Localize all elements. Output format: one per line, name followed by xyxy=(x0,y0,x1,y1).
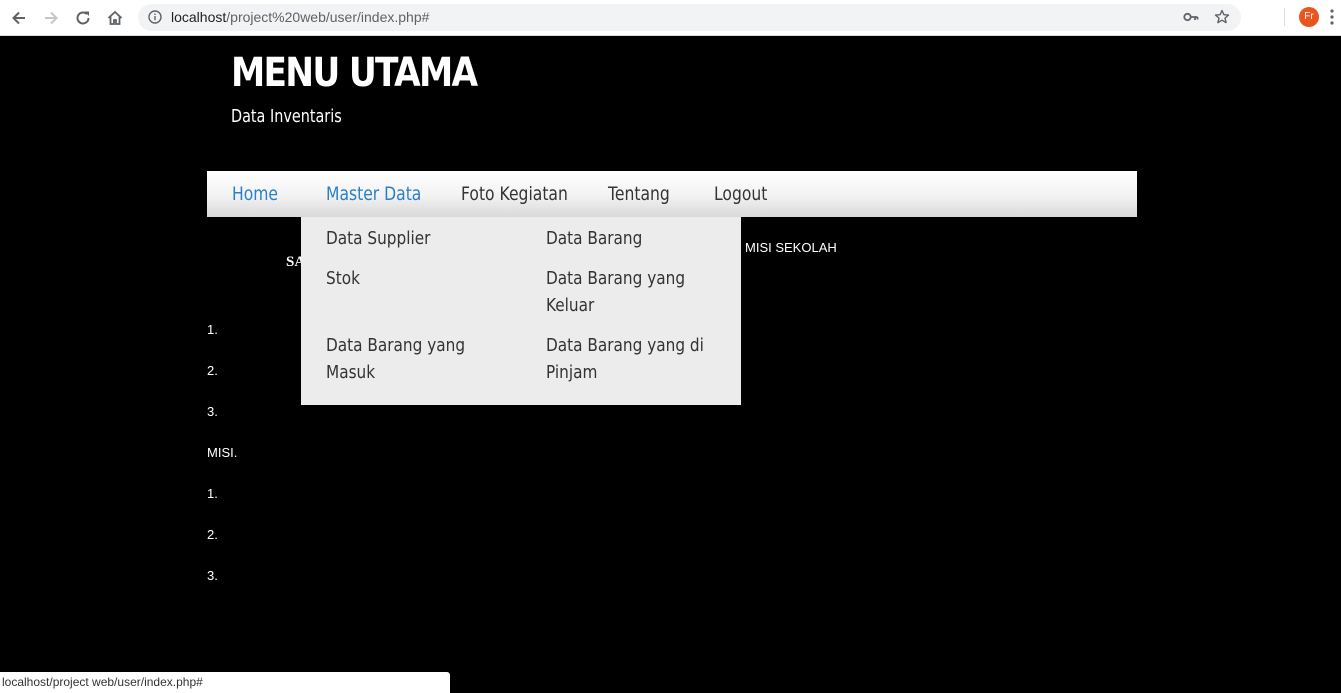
visi-item-3: 3. xyxy=(207,404,218,419)
info-icon[interactable] xyxy=(148,10,162,29)
nav-logout[interactable]: Logout xyxy=(714,183,767,205)
reload-icon[interactable] xyxy=(72,7,94,29)
master-data-dropdown: Data Supplier Data Barang Stok Data Bara… xyxy=(301,217,741,405)
kebab-menu-icon[interactable] xyxy=(1330,9,1334,30)
misi-item-2: 2. xyxy=(207,527,218,542)
link-status-bar: localhost/project web/user/index.php# xyxy=(0,672,450,693)
profile-avatar[interactable]: Fr xyxy=(1299,7,1319,27)
arrow-right-icon[interactable] xyxy=(40,7,62,29)
dropdown-item-data-barang[interactable]: Data Barang xyxy=(546,225,708,252)
nav-tentang[interactable]: Tentang xyxy=(608,183,670,205)
misi-label: MISI. xyxy=(207,445,238,460)
arrow-left-icon[interactable] xyxy=(8,7,30,29)
dropdown-item-data-supplier[interactable]: Data Supplier xyxy=(326,225,488,252)
key-icon[interactable] xyxy=(1183,10,1199,29)
url-text[interactable]: localhost/project%20web/user/index.php# xyxy=(171,9,429,25)
main-navbar: Home Master Data Foto Kegiatan Tentang L… xyxy=(207,171,1137,217)
visi-item-1: 1. xyxy=(207,322,218,337)
star-icon[interactable] xyxy=(1214,9,1230,30)
nav-foto-kegiatan[interactable]: Foto Kegiatan xyxy=(461,183,568,205)
nav-master-data[interactable]: Master Data xyxy=(326,183,421,205)
visi-item-2: 2. xyxy=(207,363,218,378)
misi-item-3: 3. xyxy=(207,568,218,583)
address-bar[interactable]: localhost/project%20web/user/index.php# xyxy=(138,4,1241,31)
dropdown-item-stok[interactable]: Stok xyxy=(326,265,488,292)
site-title: MENU UTAMA xyxy=(231,50,478,96)
misi-sekolah-heading: MISI SEKOLAH xyxy=(745,240,837,255)
url-path: /project%20web/user/index.php# xyxy=(226,9,430,25)
misi-item-1: 1. xyxy=(207,486,218,501)
page-content: MENU UTAMA Data Inventaris SA MISI SEKOL… xyxy=(0,36,1341,693)
dropdown-item-barang-keluar[interactable]: Data Barang yang Keluar xyxy=(546,265,708,319)
nav-home[interactable]: Home xyxy=(232,183,278,205)
toolbar-divider xyxy=(1284,8,1285,26)
dropdown-item-barang-dipinjam[interactable]: Data Barang yang di Pinjam xyxy=(546,332,708,386)
url-host: localhost xyxy=(171,9,227,25)
browser-toolbar: localhost/project%20web/user/index.php# … xyxy=(0,0,1341,36)
site-subtitle: Data Inventaris xyxy=(231,106,342,127)
home-icon[interactable] xyxy=(104,7,126,29)
dropdown-item-barang-masuk[interactable]: Data Barang yang Masuk xyxy=(326,332,488,386)
